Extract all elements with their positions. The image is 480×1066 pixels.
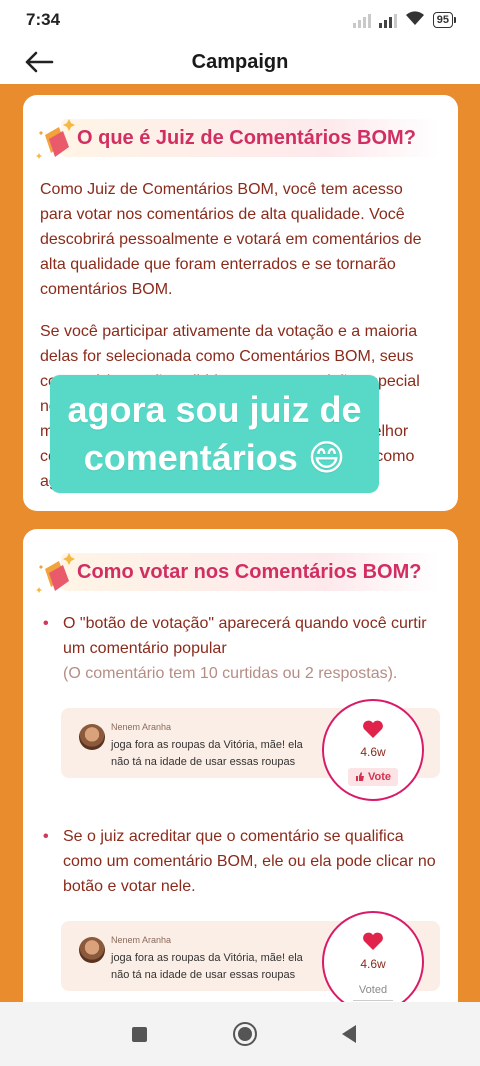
comment-example-vote: Nenem Aranha joga fora as roupas da Vitó…: [61, 699, 440, 801]
thumbs-up-icon: [355, 772, 364, 781]
card-how-to-vote: Como votar nos Comentários BOM? • O "bot…: [23, 529, 458, 1002]
system-nav-bar: [0, 1002, 480, 1066]
card-title: O que é Juiz de Comentários BOM?: [77, 126, 416, 149]
card-paragraph-1: Como Juiz de Comentários BOM, você tem a…: [40, 181, 422, 298]
bullet-note: (O comentário tem 10 curtidas ou 2 respo…: [63, 665, 398, 682]
vote-highlight: 4.6w Vote: [322, 699, 424, 801]
status-icons: 95: [352, 10, 456, 31]
heart-icon: [363, 932, 383, 950]
system-back-button[interactable]: [342, 1025, 356, 1043]
vote-button-label: Vote: [367, 771, 392, 783]
back-button[interactable]: [22, 46, 56, 78]
comment-text: joga fora as roupas da Vitória, mãe! ela…: [111, 952, 303, 981]
heart-icon: [363, 720, 383, 738]
caption-line-2: comentários 😄: [83, 437, 346, 478]
comment-author: Nenem Aranha: [111, 722, 172, 732]
vote-button[interactable]: Vote: [347, 768, 399, 786]
avatar: [79, 724, 105, 750]
battery-icon: 95: [432, 12, 456, 28]
signal-icon-2: [378, 12, 397, 28]
caption-line-1: agora sou juiz de: [67, 389, 362, 430]
comment-example-voted: Nenem Aranha joga fora as roupas da Vitó…: [61, 911, 440, 1002]
status-bar: 7:34 95: [0, 0, 480, 40]
sparkle-flag-icon: [35, 549, 77, 595]
caption-overlay: agora sou juiz de comentários 😄: [50, 375, 379, 493]
sparkle-flag-icon: [35, 115, 77, 161]
avatar: [79, 937, 105, 963]
status-time: 7:34: [26, 10, 61, 29]
voted-highlight: 4.6w Voted: [322, 911, 424, 1002]
comment-text: joga fora as roupas da Vitória, mãe! ela…: [111, 739, 303, 768]
card-title: Como votar nos Comentários BOM?: [77, 560, 422, 583]
card-title-row: O que é Juiz de Comentários BOM?: [35, 115, 440, 161]
bullet-text: Se o juiz acreditar que o comentário se …: [63, 828, 436, 895]
arrow-left-icon: [25, 51, 54, 73]
bullet-item-2: • Se o juiz acreditar que o comentário s…: [43, 824, 438, 899]
battery-level: 95: [432, 12, 453, 28]
bullet-text: O "botão de votação" aparecerá quando vo…: [63, 615, 427, 657]
home-button[interactable]: [232, 1022, 257, 1046]
page-title: Campaign: [191, 50, 289, 73]
wifi-icon: [405, 10, 425, 31]
like-count: 4.6w: [360, 957, 386, 971]
comment-author: Nenem Aranha: [111, 935, 172, 945]
campaign-content[interactable]: O que é Juiz de Comentários BOM? Como Ju…: [0, 84, 480, 1002]
recents-button[interactable]: [132, 1026, 147, 1042]
voted-label: Voted: [358, 984, 388, 996]
app-header: Campaign: [0, 40, 480, 84]
card-title-row: Como votar nos Comentários BOM?: [35, 549, 440, 595]
like-count: 4.6w: [360, 745, 386, 759]
bullet-item-1: • O "botão de votação" aparecerá quando …: [43, 615, 427, 682]
signal-icon-1: [352, 12, 371, 28]
